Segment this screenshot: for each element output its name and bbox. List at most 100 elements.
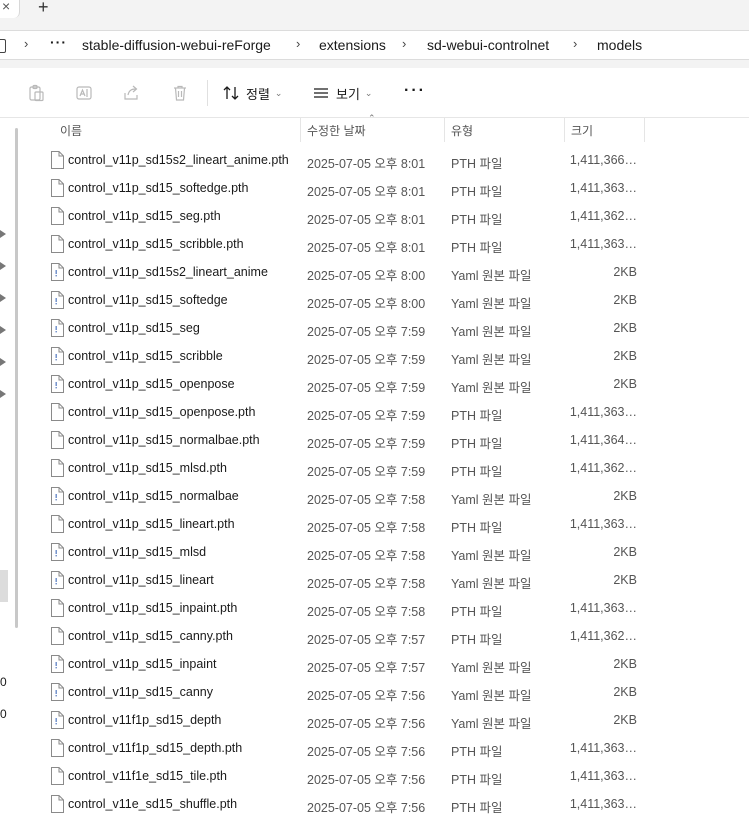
file-row[interactable]: control_v11p_sd15_lineart 2025-07-05 오후 7…: [20, 566, 749, 594]
file-date: 2025-07-05 오후 7:59: [307, 353, 426, 367]
file-name[interactable]: control_v11p_sd15_inpaint: [68, 657, 217, 671]
command-bar: 정렬 ⌄ 보기 ⌄ ···: [0, 68, 749, 118]
yaml-file-icon: [50, 347, 64, 365]
file-date: 2025-07-05 오후 8:01: [307, 185, 426, 199]
file-row[interactable]: control_v11p_sd15_scribble 2025-07-05 오후 …: [20, 342, 749, 370]
column-header-type[interactable]: 유형: [451, 118, 473, 142]
file-icon: [50, 515, 64, 533]
rename-icon[interactable]: [75, 84, 93, 102]
nav-scrollbar[interactable]: [15, 128, 18, 628]
chevron-right-icon[interactable]: ›: [296, 36, 300, 51]
file-name[interactable]: control_v11e_sd15_shuffle.pth: [68, 797, 237, 811]
file-row[interactable]: control_v11f1p_sd15_depth 2025-07-05 오후 7…: [20, 706, 749, 734]
file-name[interactable]: control_v11p_sd15_mlsd.pth: [68, 461, 227, 475]
file-row[interactable]: control_v11p_sd15_openpose.pth 2025-07-05…: [20, 398, 749, 426]
file-row[interactable]: control_v11f1e_sd15_tile.pth 2025-07-05 오…: [20, 762, 749, 790]
file-type: PTH 파일: [451, 801, 503, 815]
column-divider[interactable]: [564, 118, 565, 142]
sort-label: 정렬: [246, 86, 270, 102]
file-row[interactable]: control_v11p_sd15_canny.pth 2025-07-05 오후…: [20, 622, 749, 650]
file-name[interactable]: control_v11p_sd15_seg: [68, 321, 200, 335]
file-name[interactable]: control_v11p_sd15_normalbae: [68, 489, 239, 503]
pin-icon: [0, 358, 6, 366]
file-name[interactable]: control_v11p_sd15_lineart.pth: [68, 517, 235, 531]
file-size: 2KB: [613, 349, 637, 363]
file-name[interactable]: control_v11p_sd15_openpose: [68, 377, 235, 391]
file-row[interactable]: control_v11p_sd15_normalbae 2025-07-05 오후…: [20, 482, 749, 510]
nav-item-label[interactable]: 0: [0, 675, 7, 689]
file-name[interactable]: control_v11p_sd15_canny: [68, 685, 213, 699]
column-header-date[interactable]: 수정한 날짜: [307, 118, 366, 142]
breadcrumb-item[interactable]: sd-webui-controlnet: [427, 37, 549, 53]
file-row[interactable]: control_v11e_sd15_shuffle.pth 2025-07-05 …: [20, 790, 749, 818]
breadcrumb[interactable]: › ··· stable-diffusion-webui-reForge › e…: [0, 30, 749, 60]
file-type: PTH 파일: [451, 213, 503, 227]
file-name[interactable]: control_v11p_sd15_normalbae.pth: [68, 433, 260, 447]
file-name[interactable]: control_v11f1p_sd15_depth.pth: [68, 741, 242, 755]
column-header-size[interactable]: 크기: [571, 118, 593, 142]
file-name[interactable]: control_v11p_sd15_mlsd: [68, 545, 206, 559]
view-button[interactable]: 보기 ⌄: [312, 82, 372, 104]
file-name[interactable]: control_v11p_sd15_canny.pth: [68, 629, 233, 643]
file-row[interactable]: control_v11p_sd15_seg 2025-07-05 오후 7:59 Y…: [20, 314, 749, 342]
tab-close-icon[interactable]: ×: [2, 0, 10, 14]
file-size: 1,411,362…: [569, 209, 637, 223]
column-divider[interactable]: [300, 118, 301, 142]
chevron-right-icon[interactable]: ›: [24, 36, 28, 51]
nav-selected-item[interactable]: [0, 570, 8, 602]
file-name[interactable]: control_v11f1e_sd15_tile.pth: [68, 769, 227, 783]
file-row[interactable]: control_v11f1p_sd15_depth.pth 2025-07-05 …: [20, 734, 749, 762]
column-divider[interactable]: [644, 118, 645, 142]
file-row[interactable]: control_v11p_sd15s2_lineart_anime 2025-07…: [20, 258, 749, 286]
file-name[interactable]: control_v11p_sd15_softedge: [68, 293, 228, 307]
paste-icon[interactable]: [27, 84, 45, 102]
file-row[interactable]: control_v11p_sd15_normalbae.pth 2025-07-0…: [20, 426, 749, 454]
pin-icon: [0, 326, 6, 334]
file-name[interactable]: control_v11p_sd15_inpaint.pth: [68, 601, 237, 615]
file-name[interactable]: control_v11p_sd15_scribble: [68, 349, 223, 363]
breadcrumb-item-current[interactable]: models: [597, 37, 642, 53]
nav-item-label[interactable]: 0: [0, 707, 7, 721]
more-options-button[interactable]: ···: [404, 82, 426, 100]
file-size: 2KB: [613, 293, 637, 307]
breadcrumb-item[interactable]: extensions: [319, 37, 386, 53]
file-row[interactable]: control_v11p_sd15_softedge 2025-07-05 오후 …: [20, 286, 749, 314]
chevron-right-icon[interactable]: ›: [402, 36, 406, 51]
file-name[interactable]: control_v11p_sd15s2_lineart_anime.pth: [68, 153, 289, 167]
tab-strip: × +: [0, 0, 749, 22]
file-row[interactable]: control_v11p_sd15_scribble.pth 2025-07-05…: [20, 230, 749, 258]
file-row[interactable]: control_v11p_sd15_softedge.pth 2025-07-05…: [20, 174, 749, 202]
file-date: 2025-07-05 오후 7:58: [307, 605, 426, 619]
file-row[interactable]: control_v11p_sd15_mlsd.pth 2025-07-05 오후 …: [20, 454, 749, 482]
file-name[interactable]: control_v11p_sd15_lineart: [68, 573, 214, 587]
file-list[interactable]: 이름 ⌃ 수정한 날짜 유형 크기 control_v11p_sd15s2_li…: [20, 113, 749, 823]
file-row[interactable]: control_v11p_sd15_inpaint 2025-07-05 오후 7…: [20, 650, 749, 678]
file-icon: [50, 179, 64, 197]
new-tab-button[interactable]: +: [38, 0, 49, 18]
file-name[interactable]: control_v11f1p_sd15_depth: [68, 713, 221, 727]
sort-button[interactable]: 정렬 ⌄: [222, 82, 282, 104]
file-row[interactable]: control_v11p_sd15_openpose 2025-07-05 오후 …: [20, 370, 749, 398]
file-size: 1,411,363…: [569, 769, 637, 783]
file-name[interactable]: control_v11p_sd15s2_lineart_anime: [68, 265, 268, 279]
column-divider[interactable]: [444, 118, 445, 142]
file-row[interactable]: control_v11p_sd15_lineart.pth 2025-07-05 …: [20, 510, 749, 538]
column-header-row: 이름 ⌃ 수정한 날짜 유형 크기: [20, 113, 749, 142]
breadcrumb-item[interactable]: stable-diffusion-webui-reForge: [82, 37, 271, 53]
delete-icon[interactable]: [171, 84, 189, 102]
breadcrumb-overflow-button[interactable]: ···: [50, 34, 67, 50]
file-name[interactable]: control_v11p_sd15_seg.pth: [68, 209, 221, 223]
chevron-right-icon[interactable]: ›: [573, 36, 577, 51]
file-name[interactable]: control_v11p_sd15_openpose.pth: [68, 405, 255, 419]
file-name[interactable]: control_v11p_sd15_softedge.pth: [68, 181, 248, 195]
file-row[interactable]: control_v11p_sd15_inpaint.pth 2025-07-05 …: [20, 594, 749, 622]
file-row[interactable]: control_v11p_sd15_canny 2025-07-05 오후 7:5…: [20, 678, 749, 706]
file-row[interactable]: control_v11p_sd15s2_lineart_anime.pth 202…: [20, 146, 749, 174]
column-header-name[interactable]: 이름: [60, 118, 82, 142]
file-icon: [50, 795, 64, 813]
file-name[interactable]: control_v11p_sd15_scribble.pth: [68, 237, 244, 251]
file-row[interactable]: control_v11p_sd15_mlsd 2025-07-05 오후 7:58…: [20, 538, 749, 566]
active-tab[interactable]: ×: [0, 0, 20, 18]
share-icon[interactable]: [122, 84, 140, 102]
file-row[interactable]: control_v11p_sd15_seg.pth 2025-07-05 오후 8…: [20, 202, 749, 230]
